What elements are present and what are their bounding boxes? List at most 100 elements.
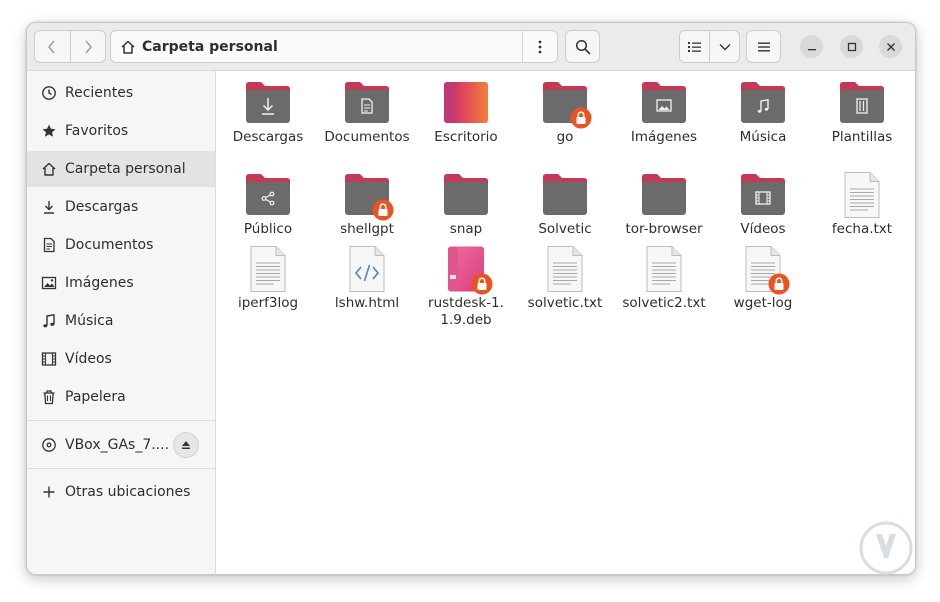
file-name: Público xyxy=(243,221,293,237)
file-name: wget-log xyxy=(733,295,793,311)
view-buttons xyxy=(679,30,740,63)
sidebar-item-label: VBox_GAs_7.... xyxy=(65,437,170,453)
package-file-icon xyxy=(442,245,493,295)
sidebar-item-carpeta-personal[interactable]: Carpeta personal xyxy=(27,151,215,187)
sidebar-item-label: Papelera xyxy=(65,389,126,405)
sidebar-item-otras-ubicaciones[interactable]: Otras ubicaciones xyxy=(27,474,215,510)
eject-button[interactable] xyxy=(173,432,199,458)
desktop-folder-icon xyxy=(442,79,490,127)
lock-icon xyxy=(570,107,592,129)
search-button[interactable] xyxy=(565,30,600,63)
file-item[interactable]: solvetic.txt xyxy=(517,245,613,312)
sidebar-item-recientes[interactable]: Recientes xyxy=(27,75,215,111)
file-grid: Descargas Documentos Escritorio go Imáge… xyxy=(216,71,915,574)
disc-icon xyxy=(40,436,58,454)
hamburger-menu-icon xyxy=(757,42,770,51)
file-name: go xyxy=(556,129,574,145)
file-name: Documentos xyxy=(324,129,410,145)
folder-template-icon xyxy=(838,79,886,127)
file-item[interactable]: solvetic2.txt xyxy=(616,245,712,312)
watermark-logo-icon xyxy=(859,521,913,575)
sidebar-separator xyxy=(27,468,215,469)
file-item[interactable]: snap xyxy=(418,171,514,238)
trash-icon xyxy=(40,388,58,406)
file-item[interactable]: iperf3log xyxy=(220,245,316,312)
file-manager-window: Carpeta personal Recientes Favoritos Car… xyxy=(26,22,916,575)
file-item[interactable]: tor-browser xyxy=(616,171,712,238)
folder-download-icon xyxy=(244,79,292,127)
chevron-down-icon xyxy=(719,43,730,50)
file-item[interactable]: wget-log xyxy=(715,245,811,312)
file-item[interactable]: Vídeos xyxy=(715,171,811,238)
file-item[interactable]: Solvetic xyxy=(517,171,613,238)
clock-icon xyxy=(40,84,58,102)
maximize-button[interactable] xyxy=(840,35,863,58)
sidebar-item-label: Música xyxy=(65,313,114,329)
folder-icon xyxy=(541,79,592,129)
maximize-icon xyxy=(847,42,856,51)
sidebar-item-videos[interactable]: Vídeos xyxy=(27,341,215,377)
sidebar-item-label: Recientes xyxy=(65,85,134,101)
sidebar-item-label: Documentos xyxy=(65,237,154,253)
file-item[interactable]: Documentos xyxy=(319,79,415,146)
eject-icon xyxy=(182,441,190,449)
file-name: Vídeos xyxy=(740,221,786,237)
file-item[interactable]: Público xyxy=(220,171,316,238)
sidebar-item-label: Vídeos xyxy=(65,351,112,367)
file-item[interactable]: rustdesk-1.1.9.deb xyxy=(418,245,514,329)
lock-icon xyxy=(372,199,394,221)
sidebar-item-descargas[interactable]: Descargas xyxy=(27,189,215,225)
file-item[interactable]: Imágenes xyxy=(616,79,712,146)
lock-icon xyxy=(471,273,493,295)
sidebar-separator xyxy=(27,420,215,421)
folder-music-icon xyxy=(739,79,787,127)
navigation-buttons xyxy=(34,30,106,63)
file-name: Solvetic xyxy=(538,221,592,237)
main-menu-button[interactable] xyxy=(746,30,781,63)
file-item[interactable]: shellgpt xyxy=(319,171,415,238)
folder-document-icon xyxy=(343,79,391,127)
file-name: solvetic2.txt xyxy=(622,295,706,311)
file-item[interactable]: Escritorio xyxy=(418,79,514,146)
file-item[interactable]: Descargas xyxy=(220,79,316,146)
path-bar[interactable]: Carpeta personal xyxy=(110,30,558,63)
document-icon xyxy=(40,236,58,254)
forward-button[interactable] xyxy=(69,31,106,62)
minimize-button[interactable] xyxy=(800,35,823,58)
file-item[interactable]: lshw.html xyxy=(319,245,415,312)
file-item[interactable]: fecha.txt xyxy=(814,171,910,238)
folder-icon xyxy=(343,171,394,221)
file-name: iperf3log xyxy=(237,295,299,311)
home-icon xyxy=(40,160,58,178)
sidebar: Recientes Favoritos Carpeta personal Des… xyxy=(27,71,216,574)
sidebar-item-favoritos[interactable]: Favoritos xyxy=(27,113,215,149)
file-name: tor-browser xyxy=(625,221,703,237)
star-icon xyxy=(40,122,58,140)
file-name: rustdesk-1.1.9.deb xyxy=(428,295,504,328)
search-icon xyxy=(575,39,590,54)
close-button[interactable] xyxy=(879,35,902,58)
folder-icon xyxy=(541,171,589,219)
file-item[interactable]: Plantillas xyxy=(814,79,910,146)
file-name: solvetic.txt xyxy=(527,295,603,311)
sidebar-item-musica[interactable]: Música xyxy=(27,303,215,339)
folder-video-icon xyxy=(739,171,787,219)
folder-image-icon xyxy=(640,79,688,127)
file-item[interactable]: Música xyxy=(715,79,811,146)
html-file-icon xyxy=(343,245,391,293)
file-name: Escritorio xyxy=(434,129,498,145)
path-menu-button[interactable] xyxy=(522,31,557,62)
lock-icon xyxy=(768,273,790,295)
file-name: shellgpt xyxy=(340,221,394,237)
film-icon xyxy=(40,350,58,368)
view-options-button[interactable] xyxy=(709,31,739,62)
text-file-icon xyxy=(739,245,790,295)
vertical-dots-icon xyxy=(538,40,542,53)
file-name: lshw.html xyxy=(334,295,400,311)
sidebar-item-imagenes[interactable]: Imágenes xyxy=(27,265,215,301)
back-button[interactable] xyxy=(35,31,70,62)
sidebar-item-papelera[interactable]: Papelera xyxy=(27,379,215,415)
list-view-button[interactable] xyxy=(680,31,709,62)
file-item[interactable]: go xyxy=(517,79,613,146)
sidebar-item-documentos[interactable]: Documentos xyxy=(27,227,215,263)
